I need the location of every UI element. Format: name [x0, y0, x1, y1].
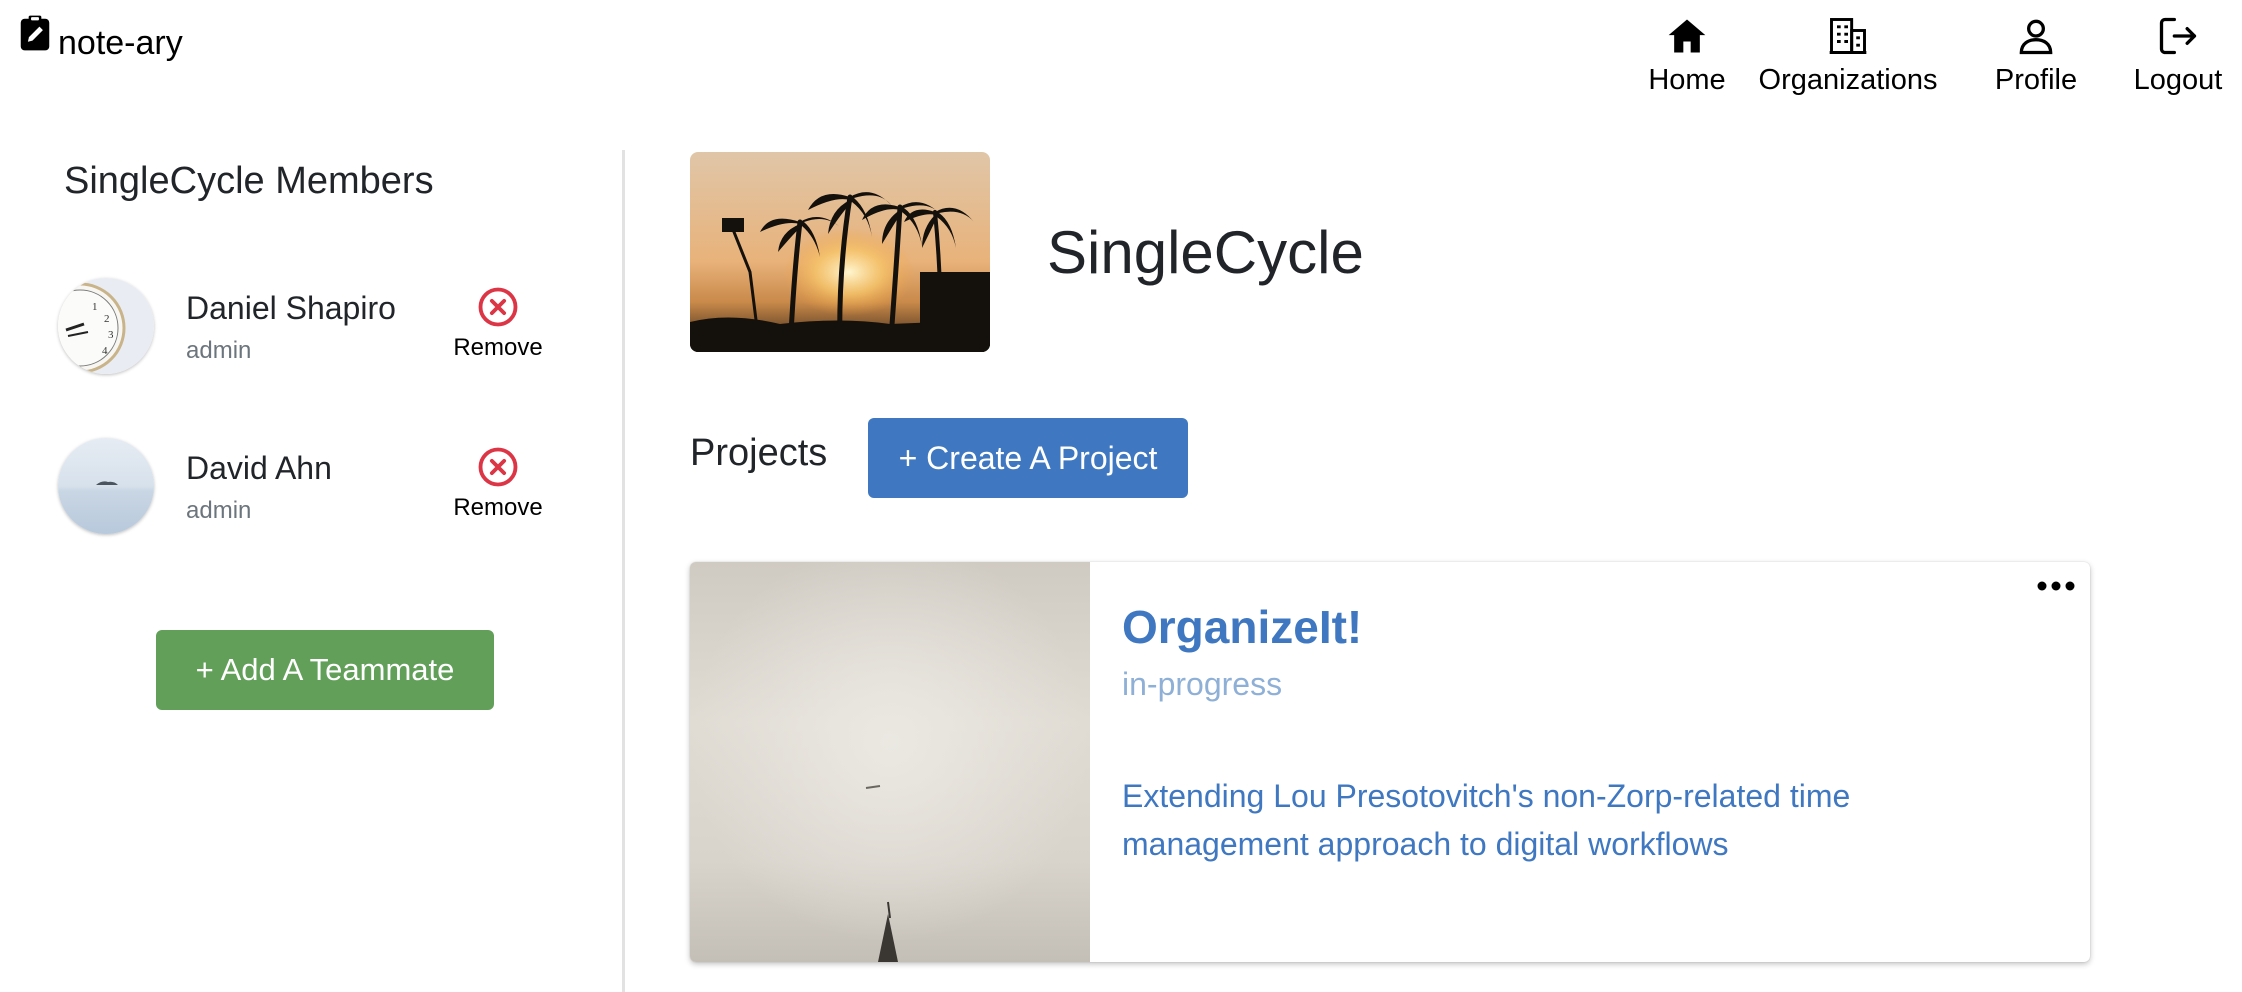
svg-text:2: 2	[104, 313, 110, 325]
remove-member-button[interactable]: Remove	[438, 446, 558, 522]
home-icon	[1668, 19, 1706, 53]
logout-icon	[2159, 17, 2197, 55]
member-name: Daniel Shapiro	[186, 290, 396, 326]
svg-text:3: 3	[108, 329, 114, 341]
cloudy-sky-steeple-photo	[690, 562, 1090, 962]
member-row: David Ahn admin Remove	[58, 438, 578, 534]
brand-name: note-ary	[58, 24, 183, 62]
organization-image	[690, 152, 990, 352]
nav-profile-label: Profile	[1994, 64, 2078, 96]
clipboard-pencil-icon	[20, 15, 50, 51]
nav-logout[interactable]: Logout	[2130, 14, 2226, 97]
remove-circle-x-icon	[478, 447, 518, 487]
person-icon	[2019, 19, 2053, 55]
create-project-button[interactable]: + Create A Project	[868, 418, 1188, 498]
palm-trees-sunset-photo	[690, 152, 990, 352]
svg-text:1: 1	[92, 301, 98, 313]
nav-home-label: Home	[1648, 64, 1726, 96]
more-options-icon[interactable]	[2034, 574, 2078, 598]
svg-text:4: 4	[102, 345, 108, 357]
nav-organizations[interactable]: Organizations	[1758, 14, 1938, 97]
remove-label: Remove	[453, 494, 543, 521]
brand[interactable]: note-ary	[16, 14, 183, 63]
projects-heading: Projects	[690, 432, 828, 474]
member-role: admin	[186, 337, 252, 364]
nav-profile[interactable]: Profile	[1993, 14, 2079, 97]
organization-title: SingleCycle	[1047, 219, 1364, 286]
member-role: admin	[186, 497, 252, 524]
building-icon	[1829, 18, 1867, 54]
nav-home[interactable]: Home	[1627, 14, 1747, 97]
project-title[interactable]: OrganizeIt!	[1122, 600, 1362, 654]
remove-circle-x-icon	[478, 287, 518, 327]
member-name: David Ahn	[186, 450, 332, 486]
members-sidebar: SingleCycle Members 1 2 3 4 Daniel Shapi…	[0, 150, 625, 992]
nav-organizations-label: Organizations	[1758, 64, 1938, 96]
nav-logout-label: Logout	[2133, 64, 2223, 96]
clock-photo: 1 2 3 4	[58, 278, 154, 374]
remove-member-button[interactable]: Remove	[438, 286, 558, 362]
avatar	[58, 438, 154, 534]
remove-label: Remove	[453, 334, 543, 361]
project-status: in-progress	[1122, 666, 1283, 702]
project-description: Extending Lou Presotovitch's non-Zorp-re…	[1122, 778, 1851, 862]
members-title: SingleCycle Members	[64, 160, 434, 202]
member-row: 1 2 3 4 Daniel Shapiro admin Remove	[58, 278, 578, 374]
project-image	[690, 562, 1090, 962]
sea-island-photo	[58, 438, 154, 534]
add-teammate-button[interactable]: + Add A Teammate	[156, 630, 494, 710]
project-card[interactable]: OrganizeIt! in-progress Extending Lou Pr…	[690, 562, 2090, 962]
avatar: 1 2 3 4	[58, 278, 154, 374]
